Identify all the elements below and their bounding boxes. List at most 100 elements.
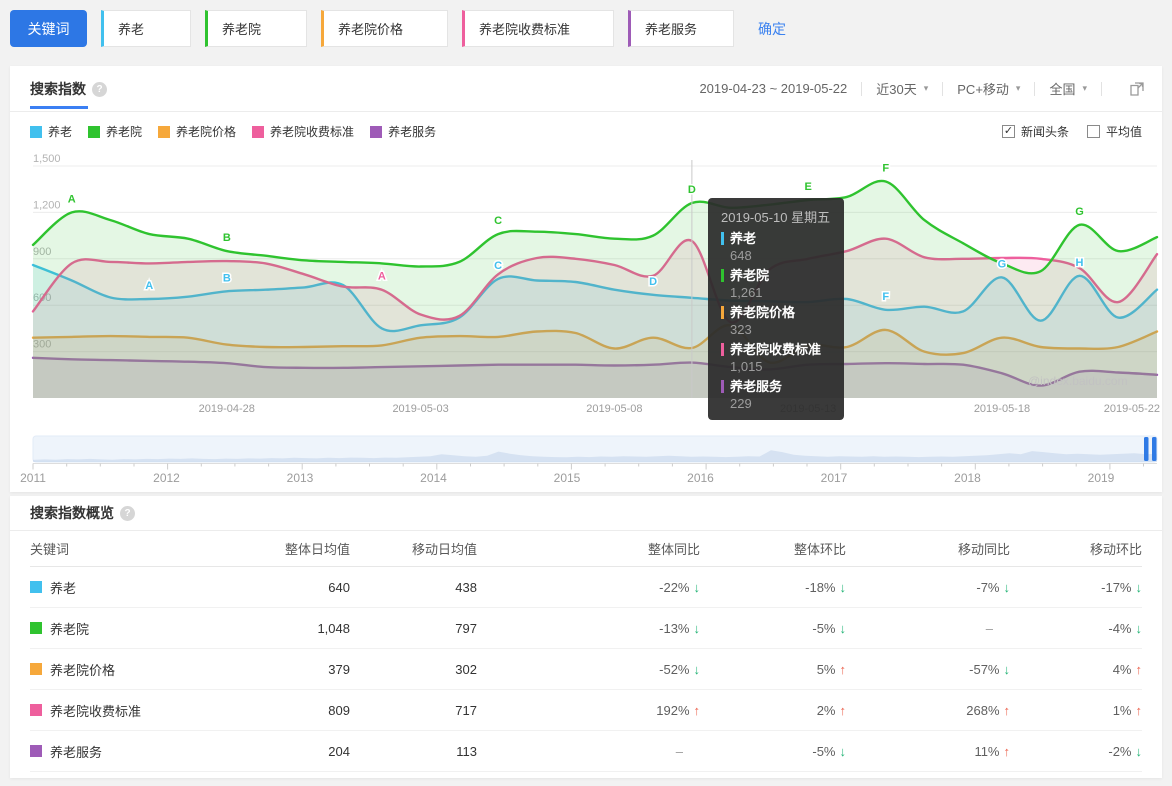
keyword-input[interactable]: 养老院收费标准 bbox=[462, 10, 614, 47]
svg-text:2019-05-18: 2019-05-18 bbox=[974, 403, 1030, 415]
column-header: 移动环比 bbox=[1089, 541, 1142, 557]
chevron-down-icon: ▾ bbox=[923, 83, 929, 93]
tab-search-index[interactable]: 搜索指数 ? bbox=[30, 79, 107, 99]
keyword-bar: 关键词 养老 养老院 养老院价格 养老院收费标准 养老服务 确定 bbox=[10, 10, 786, 47]
column-header: 整体环比 bbox=[793, 541, 846, 557]
legend-swatch bbox=[158, 125, 171, 138]
divider bbox=[1034, 81, 1036, 96]
legend-label: 养老 bbox=[48, 125, 73, 139]
legend-item[interactable]: 养老 bbox=[30, 123, 72, 140]
table-row[interactable]: 养老服务 204 113 – -5% ↓ 11% ↑ -2% ↓ bbox=[30, 731, 1142, 772]
checkbox-checked-icon: ✓ bbox=[1001, 125, 1015, 138]
legend-item[interactable]: 养老院 bbox=[88, 123, 142, 140]
checkbox-unchecked-icon bbox=[1086, 125, 1100, 138]
news-headline-checkbox[interactable]: ✓ 新闻头条 bbox=[1001, 123, 1069, 140]
search-index-card: 搜索指数 ? 2019-04-23 ~ 2019-05-22 近30天 ▾ PC… bbox=[10, 66, 1162, 492]
chevron-down-icon: ▾ bbox=[1015, 83, 1021, 93]
value-cell: 379 bbox=[328, 661, 350, 677]
svg-text:A: A bbox=[145, 280, 153, 292]
svg-text:2011: 2011 bbox=[20, 471, 46, 485]
legend-label: 养老院价格 bbox=[176, 125, 237, 139]
confirm-link[interactable]: 确定 bbox=[758, 19, 786, 39]
average-checkbox[interactable]: 平均值 bbox=[1086, 123, 1142, 140]
svg-text:C: C bbox=[494, 215, 502, 227]
value-cell: 797 bbox=[455, 620, 477, 636]
svg-text:B: B bbox=[223, 272, 231, 284]
device-select[interactable]: PC+移动 ▾ bbox=[957, 79, 1020, 98]
percent-cell: -13% ↓ bbox=[659, 620, 700, 636]
svg-text:G: G bbox=[998, 258, 1007, 270]
percent-cell: 4% ↑ bbox=[1112, 661, 1142, 677]
svg-text:1,200: 1,200 bbox=[33, 199, 61, 211]
percent-cell: 5% ↑ bbox=[816, 661, 846, 677]
region-select[interactable]: 全国 ▾ bbox=[1049, 79, 1087, 98]
column-header: 关键词 bbox=[30, 541, 70, 557]
percent-cell: -2% ↓ bbox=[1108, 743, 1142, 759]
table-row[interactable]: 养老院价格 379 302 -52% ↓ 5% ↑ -57% ↓ 4% ↑ bbox=[30, 649, 1142, 690]
external-link-icon[interactable] bbox=[1130, 81, 1144, 96]
keyword-cell: 养老院价格 bbox=[30, 660, 280, 679]
help-icon[interactable]: ? bbox=[92, 81, 107, 97]
value-cell: 1,048 bbox=[317, 620, 350, 636]
svg-text:2014: 2014 bbox=[420, 471, 447, 485]
value-cell: 302 bbox=[455, 661, 477, 677]
divider bbox=[942, 81, 944, 96]
svg-text:A: A bbox=[378, 271, 386, 283]
tooltip-date: 2019-05-10 星期五 bbox=[721, 210, 831, 225]
keyword-input[interactable]: 养老院价格 bbox=[321, 10, 448, 47]
svg-text:2013: 2013 bbox=[287, 471, 314, 485]
tab-label: 搜索指数 bbox=[30, 81, 86, 97]
svg-text:B: B bbox=[223, 232, 231, 244]
svg-text:2018: 2018 bbox=[954, 471, 981, 485]
timeline-slider[interactable]: 2011 2012 2013 2014 2015 2016 2017 2018 2019 bbox=[20, 435, 1160, 486]
value-cell: 640 bbox=[328, 579, 350, 595]
tooltip-item: 养老 648 bbox=[721, 231, 831, 263]
column-header: 整体日均值 bbox=[284, 541, 350, 557]
tooltip-item: 养老院价格 323 bbox=[721, 305, 831, 337]
overview-table: 关键词 整体日均值 移动日均值 整体同比 整体环比 移动同比 移动环比 养老 640 438 -22… bbox=[30, 530, 1142, 772]
overview-card: 搜索指数概览 ? 关键词 整体日均值 移动日均值 整体同比 整体环比 移动同比 移动环比 养老… bbox=[10, 496, 1162, 778]
keyword-inputs: 养老 养老院 养老院价格 养老院收费标准 养老服务 bbox=[87, 10, 734, 47]
percent-cell: -17% ↓ bbox=[1101, 579, 1142, 595]
divider bbox=[1101, 81, 1102, 96]
keyword-input[interactable]: 养老院 bbox=[205, 10, 307, 47]
date-range[interactable]: 2019-04-23 ~ 2019-05-22 bbox=[699, 81, 847, 96]
help-icon[interactable]: ? bbox=[120, 505, 135, 521]
table-row[interactable]: 养老院 1,048 797 -13% ↓ -5% ↓ – -4% ↓ bbox=[30, 608, 1142, 649]
svg-text:2019-04-28: 2019-04-28 bbox=[199, 403, 255, 415]
percent-cell: -18% ↓ bbox=[805, 579, 846, 595]
range-select[interactable]: 近30天 ▾ bbox=[876, 79, 928, 98]
percent-cell: -7% ↓ bbox=[976, 579, 1010, 595]
legend-item[interactable]: 养老院收费标准 bbox=[252, 123, 354, 140]
percent-cell: 11% ↑ bbox=[974, 743, 1010, 759]
svg-text:F: F bbox=[882, 162, 889, 174]
tooltip-item: 养老院收费标准 1,015 bbox=[721, 342, 831, 374]
value-cell: 204 bbox=[328, 743, 350, 759]
chart-controls: 2019-04-23 ~ 2019-05-22 近30天 ▾ PC+移动 ▾ 全… bbox=[699, 79, 1144, 98]
legend-label: 养老院 bbox=[106, 125, 143, 139]
tooltip-item: 养老院 1,261 bbox=[721, 268, 831, 300]
keyword-input[interactable]: 养老服务 bbox=[628, 10, 734, 47]
percent-cell: -5% ↓ bbox=[812, 743, 846, 759]
svg-text:G: G bbox=[1075, 206, 1084, 218]
table-row[interactable]: 养老院收费标准 809 717 192% ↑ 2% ↑ 268% ↑ 1% ↑ bbox=[30, 690, 1142, 731]
trend-chart[interactable]: 3006009001,2001,500ABCD EFGABCDFG HA2019-0… bbox=[20, 148, 1160, 418]
svg-text:2012: 2012 bbox=[153, 471, 180, 485]
percent-cell: 268% ↑ bbox=[966, 702, 1010, 718]
table-header-row: 关键词 整体日均值 移动日均值 整体同比 整体环比 移动同比 移动环比 bbox=[30, 530, 1142, 567]
divider bbox=[861, 81, 863, 96]
chevron-down-icon: ▾ bbox=[1082, 83, 1087, 93]
legend-item[interactable]: 养老院价格 bbox=[158, 123, 236, 140]
percent-cell: -22% ↓ bbox=[659, 579, 700, 595]
overview-title-label: 搜索指数概览 bbox=[30, 505, 114, 521]
percent-cell: -4% ↓ bbox=[1108, 620, 1142, 636]
value-cell: 113 bbox=[456, 743, 477, 759]
legend-item[interactable]: 养老服务 bbox=[370, 123, 436, 140]
keyword-label-button[interactable]: 关键词 bbox=[10, 10, 87, 47]
keyword-input[interactable]: 养老 bbox=[101, 10, 191, 47]
column-header: 移动日均值 bbox=[411, 541, 477, 557]
header-divider bbox=[10, 111, 1162, 112]
legend-label: 养老服务 bbox=[388, 125, 437, 139]
table-row[interactable]: 养老 640 438 -22% ↓ -18% ↓ -7% ↓ -17% ↓ bbox=[30, 567, 1142, 608]
percent-cell: 192% ↑ bbox=[656, 702, 700, 718]
